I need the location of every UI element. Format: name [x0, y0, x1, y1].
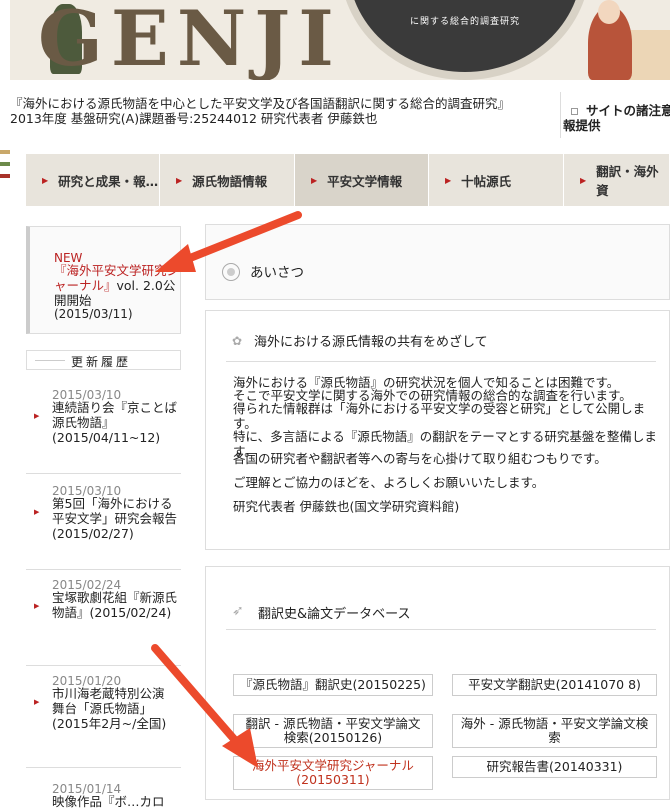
greeting-paragraph: ご理解とご協力のほどを、よろしくお願いいたします。: [233, 475, 545, 490]
journal-button[interactable]: 海外平安文学研究ジャーナル(20150311): [233, 756, 433, 790]
history-text: 宝塚歌劇花組『新源氏物語』(2015/02/24): [52, 590, 178, 620]
history-text: 連続語り会『京ことば 源氏物語』(2015/04/11~12): [52, 400, 178, 445]
heian-translation-history-button[interactable]: 平安文学翻訳史(20141070 8): [452, 674, 657, 696]
stripe: [0, 174, 10, 178]
nav-item-translation[interactable]: ▶ 翻訳・海外資: [564, 154, 670, 206]
history-item[interactable]: 2015/03/10 ▶ 第5回「海外における平安文学」研究会報告(2015/0…: [26, 484, 181, 570]
greeting-paragraph: 得られた情報群は「海外における平安文学の受容と研究」として公開します。: [233, 401, 646, 431]
greeting-header: あいさつ: [205, 224, 670, 300]
project-title: 『海外における源氏物語を中心とした平安文学及び各国語翻訳に関する総合的調査研究』…: [10, 96, 555, 126]
left-decoration: [0, 150, 10, 200]
nav-item-research[interactable]: ▶ 研究と成果・報…: [26, 154, 160, 206]
nav-label: 平安文学情報: [327, 173, 403, 189]
flower-icon: ✿: [232, 334, 243, 348]
overseas-paper-search-button[interactable]: 海外 - 源氏物語・平安文学論文検索: [452, 714, 657, 748]
site-logo: GENJI: [38, 0, 342, 80]
database-heading: 翻訳史&論文データベース: [258, 607, 411, 622]
nav-label: 源氏物語情報: [192, 173, 268, 189]
stripe: [0, 150, 10, 154]
history-text: 映像作品『ボ…カロ: [52, 794, 165, 809]
nav-item-heian-info[interactable]: ▶ 平安文学情報: [295, 154, 429, 206]
heading-rule: [35, 360, 65, 361]
nav-label: 十帖源氏: [461, 173, 512, 189]
banner-ring: に関する総合的調査研究: [340, 0, 590, 80]
site-banner[interactable]: GENJI に関する総合的調査研究: [10, 0, 670, 80]
news-link[interactable]: 『海外平安文学研究ジャーナル』vol. 2.0公開開始: [54, 263, 184, 308]
history-heading: 更新履歴: [26, 350, 181, 370]
nav-item-genji-info[interactable]: ▶ 源氏物語情報: [160, 154, 295, 206]
history-item[interactable]: 2015/01/14 映像作品『ボ…カロ: [26, 782, 181, 809]
main-nav: ▶ 研究と成果・報… ▶ 源氏物語情報 ▶ 平安文学情報 ▶ 十帖源氏 ▶ 翻訳・海外資: [26, 154, 670, 206]
translation-paper-search-button[interactable]: 翻訳 - 源氏物語・平安文学論文検索(20150126): [233, 714, 433, 748]
triangle-right-icon: ▶: [34, 698, 40, 706]
greeting-heading: あいさつ: [250, 265, 304, 281]
history-heading-label: 更新履歴: [71, 355, 132, 369]
triangle-right-icon: ▶: [34, 508, 40, 516]
triangle-right-icon: ▶: [445, 175, 452, 185]
history-text: 市川海老蔵特別公演 舞台「源氏物語」(2015年2月~/全国): [52, 686, 167, 731]
header-links: サイトの諸注意 報提供: [560, 92, 670, 138]
greeting-body: ✿ 海外における源氏情報の共有をめざして 海外における『源氏物語』の研究状況を個…: [205, 310, 670, 550]
bird-icon: ➶: [232, 603, 244, 619]
nav-item-jujo-genji[interactable]: ▶ 十帖源氏: [429, 154, 564, 206]
history-item[interactable]: 2015/02/24 ▶ 宝塚歌劇花組『新源氏物語』(2015/02/24): [26, 578, 181, 666]
banner-figure-right: [588, 0, 632, 80]
project-title-line1: 『海外における源氏物語を中心とした平安文学及び各国語翻訳に関する総合的調査研究』: [10, 96, 511, 111]
nav-label: 翻訳・海外資: [596, 164, 659, 198]
genji-translation-history-button[interactable]: 『源氏物語』翻訳史(20150225): [233, 674, 433, 696]
triangle-right-icon: ▶: [176, 175, 183, 185]
news-box: NEW 『海外平安文学研究ジャーナル』vol. 2.0公開開始 (2015/03…: [26, 226, 181, 334]
news-date: (2015/03/11): [54, 307, 133, 321]
history-text: 第5回「海外における平安文学」研究会報告(2015/02/27): [52, 496, 178, 541]
info-link[interactable]: 報提供: [563, 115, 601, 134]
triangle-right-icon: ▶: [42, 175, 49, 185]
greeting-signature: 研究代表者 伊藤鉄也(国文学研究資料館): [233, 499, 460, 514]
triangle-right-icon: ▶: [34, 412, 40, 420]
square-icon: [571, 108, 578, 115]
nav-label: 研究と成果・報…: [58, 173, 159, 189]
triangle-right-icon: ▶: [311, 175, 318, 185]
greeting-subheading: 海外における源氏情報の共有をめざして: [254, 335, 488, 350]
project-title-line2: 2013年度 基盤研究(A)課題番号:25244012 研究代表者 伊藤鉄也: [10, 111, 378, 126]
history-item[interactable]: 2015/03/10 ▶ 連続語り会『京ことば 源氏物語』(2015/04/11…: [26, 388, 181, 474]
triangle-right-icon: ▶: [580, 175, 587, 185]
divider: [226, 629, 656, 630]
divider: [226, 361, 656, 362]
triangle-right-icon: ▶: [34, 602, 40, 610]
history-item[interactable]: 2015/01/20 ▶ 市川海老蔵特別公演 舞台「源氏物語」(2015年2月~…: [26, 674, 181, 768]
research-report-button[interactable]: 研究報告書(20140331): [452, 756, 657, 778]
greeting-paragraph: 各国の研究者や翻訳者等への寄与を心掛けて取り組むつもりです。: [233, 451, 607, 466]
flower-icon: [222, 263, 240, 281]
ring-text: に関する総合的調査研究: [410, 17, 521, 27]
stripe: [0, 162, 10, 166]
